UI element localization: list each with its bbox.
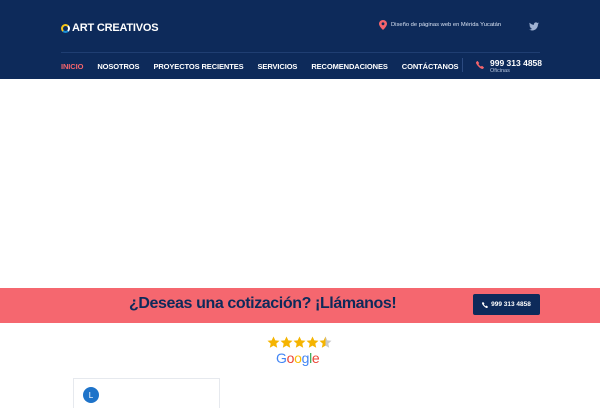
nav-item-recomendaciones[interactable]: RECOMENDACIONES: [311, 62, 388, 71]
map-pin-icon: [379, 20, 387, 30]
logo-text: ART CREATIVOS: [72, 22, 159, 34]
star-icon: [267, 336, 280, 348]
nav-item-servicios[interactable]: SERVICIOS: [258, 62, 298, 71]
header-divider: [61, 52, 540, 53]
star-icon: [280, 336, 293, 348]
twitter-icon[interactable]: [529, 22, 539, 31]
location-text: Diseño de páginas web en Mérida Yucatán: [391, 22, 502, 28]
site-header: ART CREATIVOS Diseño de páginas web en M…: [0, 0, 600, 79]
nav-item-proyectos-recientes[interactable]: PROYECTOS RECIENTES: [153, 62, 243, 71]
logo[interactable]: ART CREATIVOS: [61, 21, 159, 35]
nav-item-nosotros[interactable]: NOSOTROS: [97, 62, 139, 71]
header-phone-caption: Oficinas: [490, 68, 510, 74]
location-info: Diseño de páginas web en Mérida Yucatán: [379, 20, 501, 30]
cta-button-label: 999 313 4858: [491, 301, 531, 308]
hero-area: [0, 79, 600, 288]
nav-separator: [462, 58, 463, 72]
star-icon: [319, 336, 332, 348]
phone-icon: [476, 61, 484, 69]
phone-icon: [482, 301, 489, 308]
nav-item-inicio[interactable]: INICIO: [61, 62, 83, 71]
star-icon: [293, 336, 306, 348]
cta-heading: ¿Deseas una cotización? ¡Llámanos!: [129, 295, 397, 312]
star-icon: [306, 336, 319, 348]
review-card: L: [73, 378, 220, 408]
nav-item-contactanos[interactable]: CONTÁCTANOS: [402, 62, 459, 71]
cta-call-button[interactable]: 999 313 4858: [473, 294, 540, 315]
main-nav: INICIO NOSOTROS PROYECTOS RECIENTES SERV…: [61, 62, 472, 71]
reviewer-avatar: L: [83, 387, 99, 403]
star-rating: [267, 336, 333, 350]
logo-mark-icon: [61, 24, 70, 33]
header-phone-number[interactable]: 999 313 4858: [490, 58, 542, 68]
google-logo: Google: [276, 350, 320, 366]
